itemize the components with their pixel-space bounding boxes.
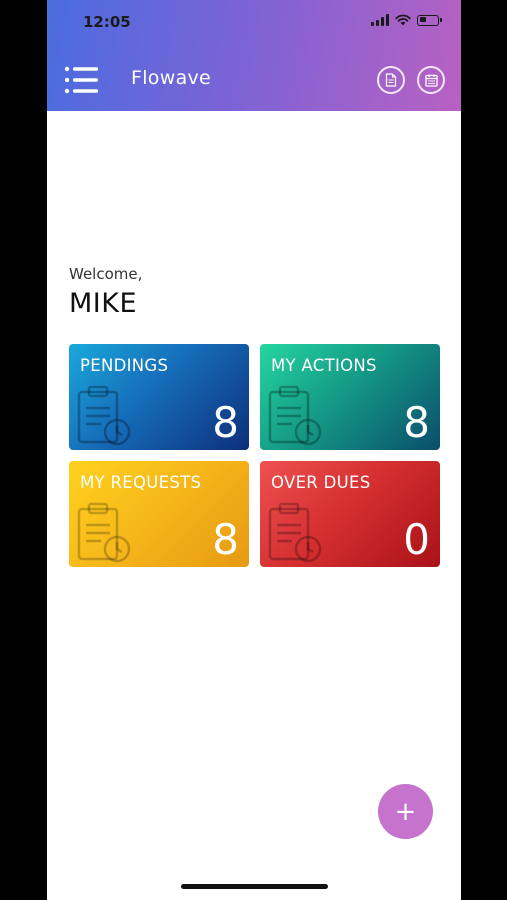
app-title: Flowave (131, 67, 212, 89)
add-button[interactable]: + (378, 784, 433, 839)
battery-icon (417, 14, 442, 26)
card-label: PENDINGS (80, 356, 169, 375)
card-label: MY ACTIONS (271, 356, 377, 375)
pendings-card[interactable]: PENDINGS 8 (69, 344, 249, 450)
phone-screen: 12:05 Flowave Welcome, MIKE PENDINGS 8 M… (47, 0, 461, 900)
clipboard-clock-icon (268, 385, 322, 446)
calendar-button[interactable] (417, 66, 445, 94)
card-label: OVER DUES (271, 473, 371, 492)
menu-button[interactable] (64, 66, 98, 94)
plus-icon: + (394, 796, 417, 827)
over-dues-card[interactable]: OVER DUES 0 (260, 461, 440, 567)
card-count: 8 (212, 398, 239, 447)
document-button[interactable] (377, 66, 405, 94)
status-icons (371, 14, 442, 26)
app-header: 12:05 Flowave (47, 0, 461, 111)
card-count: 8 (403, 398, 430, 447)
calendar-icon (424, 74, 438, 87)
wifi-icon (395, 14, 411, 26)
clipboard-clock-icon (268, 502, 322, 563)
document-icon (385, 73, 397, 87)
status-time: 12:05 (83, 13, 131, 31)
user-name: MIKE (69, 288, 138, 319)
clipboard-clock-icon (77, 502, 131, 563)
card-label: MY REQUESTS (80, 473, 202, 492)
home-indicator (181, 884, 328, 889)
clipboard-clock-icon (77, 385, 131, 446)
menu-icon (64, 66, 98, 94)
card-count: 0 (403, 515, 430, 564)
welcome-text: Welcome, (69, 265, 143, 283)
card-count: 8 (212, 515, 239, 564)
cellular-signal-icon (371, 14, 389, 26)
my-requests-card[interactable]: MY REQUESTS 8 (69, 461, 249, 567)
my-actions-card[interactable]: MY ACTIONS 8 (260, 344, 440, 450)
